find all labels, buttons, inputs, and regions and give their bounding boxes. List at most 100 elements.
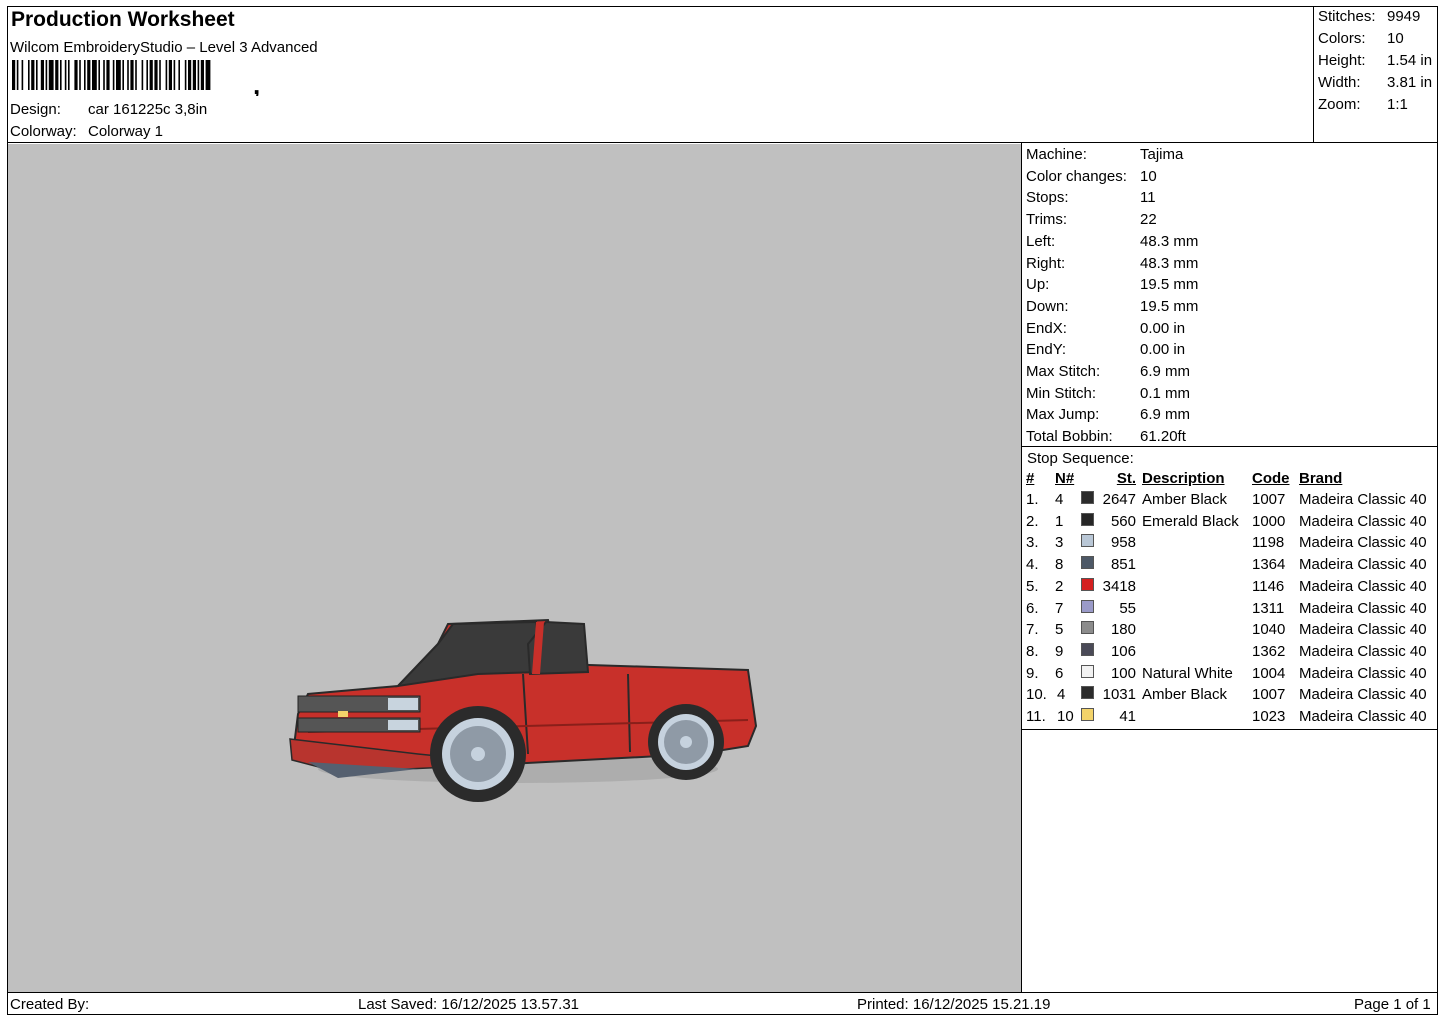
sequence-cell-stitches: 560 — [1110, 512, 1136, 530]
stat-label: Down: — [1026, 297, 1069, 315]
sequence-cell-needle: 10 — [1057, 708, 1074, 725]
sequence-cell-stitches: 851 — [1110, 556, 1136, 574]
stat-label: EndY: — [1026, 341, 1067, 359]
sequence-cell-brand: Madeira Classic 40 — [1299, 534, 1427, 552]
thread-color-swatch — [1081, 556, 1094, 570]
sequence-cell-stitches: 180 — [1110, 621, 1136, 639]
sequence-cell-brand: Madeira Classic 40 — [1299, 512, 1427, 530]
sequence-cell-num: 2. — [1026, 512, 1039, 530]
design-value: car 161225c 3,8in — [88, 101, 208, 118]
thread-color-swatch — [1081, 621, 1094, 635]
column-header-needle: N# — [1055, 470, 1075, 487]
column-header-description: Description — [1142, 470, 1225, 487]
stat-value: 48.3 mm — [1140, 254, 1199, 272]
summary-label: Stitches: — [1318, 8, 1376, 25]
sequence-cell-brand: Madeira Classic 40 — [1299, 664, 1427, 682]
sequence-cell-needle: 2 — [1055, 577, 1064, 595]
barcode: , — [12, 60, 260, 96]
sequence-cell-needle: 7 — [1055, 599, 1064, 617]
sequence-cell-code: 1000 — [1252, 512, 1286, 530]
sequence-cell-code: 1023 — [1252, 708, 1286, 725]
stat-value: 48.3 mm — [1140, 232, 1199, 250]
column-header-code: Code — [1252, 470, 1290, 487]
sequence-cell-code: 1362 — [1252, 642, 1286, 660]
stat-value: 19.5 mm — [1140, 276, 1199, 294]
thread-color-swatch — [1081, 534, 1094, 548]
thread-color-swatch — [1081, 708, 1094, 721]
colorway-value: Colorway 1 — [88, 123, 164, 140]
stat-label: Machine: — [1026, 146, 1087, 163]
sequence-cell-num: 7. — [1026, 621, 1039, 639]
summary-value: 10 — [1387, 30, 1404, 47]
sequence-cell-needle: 4 — [1055, 491, 1064, 508]
stop-sequence-title: Stop Sequence: — [1027, 450, 1134, 467]
thread-color-swatch — [1081, 577, 1094, 591]
sequence-cell-needle: 4 — [1057, 686, 1066, 704]
sequence-cell-stitches: 106 — [1110, 642, 1136, 660]
pickup-truck-embroidery — [289, 618, 758, 802]
sequence-cell-description: Amber Black — [1142, 686, 1228, 704]
summary-label: Colors: — [1318, 30, 1366, 47]
sequence-cell-code: 1146 — [1252, 577, 1285, 595]
stats-divider — [1021, 446, 1438, 447]
stat-label: EndX: — [1026, 319, 1067, 337]
sequence-cell-code: 1004 — [1252, 664, 1286, 682]
colorway-label: Colorway: — [10, 123, 77, 140]
stat-label: Color changes: — [1026, 167, 1127, 185]
sequence-cell-code: 1007 — [1252, 491, 1286, 508]
sequence-cell-brand: Madeira Classic 40 — [1299, 599, 1427, 617]
canvas-divider — [1021, 142, 1022, 993]
page-number: Page 1 of 1 — [1354, 996, 1431, 1013]
sequence-cell-code: 1007 — [1252, 686, 1286, 704]
created-by: Created By: — [10, 996, 90, 1013]
sequence-cell-needle: 3 — [1055, 534, 1064, 552]
sequence-cell-num: 11. — [1026, 708, 1046, 725]
stat-value: 0.00 in — [1140, 319, 1186, 337]
stat-label: Left: — [1026, 232, 1056, 250]
stat-label: Up: — [1026, 276, 1050, 294]
stat-value: 10 — [1140, 167, 1157, 185]
page-title: Production Worksheet — [11, 8, 235, 31]
design-label: Design: — [10, 101, 61, 118]
svg-text:,: , — [253, 70, 260, 96]
sequence-cell-num: 10. — [1026, 686, 1047, 704]
sequence-cell-code: 1311 — [1252, 599, 1285, 617]
summary-divider — [1313, 6, 1314, 142]
stat-label: Max Jump: — [1026, 406, 1100, 424]
sequence-cell-brand: Madeira Classic 40 — [1299, 491, 1427, 508]
sequence-cell-needle: 1 — [1055, 512, 1064, 530]
summary-value: 9949 — [1387, 8, 1421, 25]
sequence-cell-num: 8. — [1026, 642, 1039, 660]
thread-color-swatch — [1081, 664, 1094, 678]
software-name: Wilcom EmbroideryStudio – Level 3 Advanc… — [10, 39, 318, 56]
column-header-stitches: St. — [1116, 470, 1136, 487]
stat-label: Max Stitch: — [1026, 363, 1101, 380]
summary-label: Height: — [1318, 52, 1366, 69]
sequence-cell-stitches: 100 — [1110, 664, 1136, 682]
stat-value: 61.20ft — [1140, 428, 1186, 446]
sequence-cell-brand: Madeira Classic 40 — [1299, 621, 1427, 639]
summary-label: Width: — [1318, 74, 1361, 91]
column-header-brand: Brand — [1299, 470, 1343, 487]
stat-value: 6.9 mm — [1140, 406, 1191, 424]
design-preview — [8, 144, 1021, 992]
stat-value: 0.00 in — [1140, 341, 1186, 359]
thread-color-swatch — [1081, 642, 1094, 656]
sequence-cell-brand: Madeira Classic 40 — [1299, 556, 1427, 574]
sequence-cell-description: Amber Black — [1142, 491, 1228, 508]
stat-label: Trims: — [1026, 211, 1068, 229]
sequence-cell-num: 9. — [1026, 664, 1039, 682]
sequence-cell-code: 1040 — [1252, 621, 1286, 639]
sequence-cell-num: 4. — [1026, 556, 1039, 574]
header-divider — [7, 142, 1438, 143]
sequence-cell-num: 6. — [1026, 599, 1039, 617]
summary-value: 3.81 in — [1387, 74, 1433, 91]
stat-value: 22 — [1140, 211, 1157, 229]
sequence-cell-brand: Madeira Classic 40 — [1299, 642, 1427, 660]
last-saved: Last Saved: 16/12/2025 13.57.31 — [358, 996, 580, 1013]
summary-value: 1:1 — [1387, 96, 1408, 113]
sequence-cell-stitches: 3418 — [1102, 577, 1136, 595]
sequence-cell-num: 3. — [1026, 534, 1039, 552]
stat-value: 6.9 mm — [1140, 363, 1191, 380]
thread-color-swatch — [1081, 599, 1094, 613]
